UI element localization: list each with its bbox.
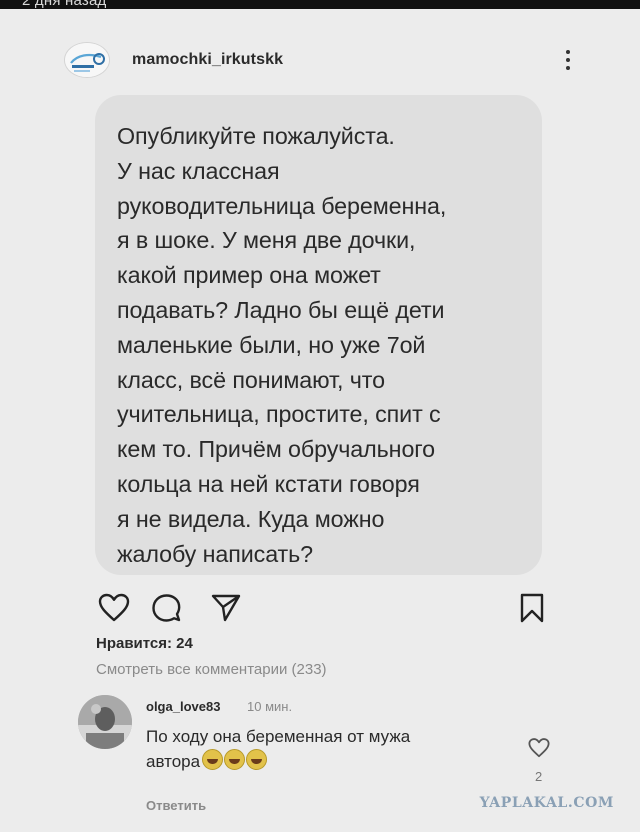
comment-avatar[interactable] [78,695,132,749]
post-age-label: 2 дня назад [22,0,107,9]
post-username[interactable]: mamochki_irkutskk [132,51,283,69]
post-actions [98,592,546,628]
message-bubble: Опубликуйте пожалуйста. У нас классная р… [95,95,542,575]
mamochki-logo-icon[interactable] [64,42,110,78]
bookmark-icon[interactable] [516,592,548,624]
post-header: mamochki_irkutskk [60,39,580,83]
laughing-emoji [224,749,246,770]
share-icon[interactable] [210,592,242,624]
comment-username[interactable]: olga_love83 [146,699,220,714]
laughing-emoji [246,749,268,770]
top-status-bar: 2 дня назад [0,0,640,9]
watermark: YAPLAKAL.COM [479,795,614,811]
post-card: mamochki_irkutskk Опубликуйте пожалуйста… [0,9,640,832]
comment-heart-icon[interactable] [528,737,550,759]
comment-time: 10 мин. [247,699,293,714]
view-all-comments-link[interactable]: Смотреть все комментарии (233) [96,661,327,678]
likes-count[interactable]: Нравится: 24 [96,635,193,652]
comment-icon[interactable] [150,592,182,624]
comment-body: По ходу она беременная от мужа автора [146,725,496,777]
heart-icon[interactable] [98,592,130,624]
comment-text: По ходу она беременная от мужа автора [146,727,411,771]
reply-link[interactable]: Ответить [146,798,206,813]
message-text: Опубликуйте пожалуйста. У нас классная р… [117,123,447,567]
comment-like-count: 2 [535,769,543,784]
laughing-emoji [202,749,224,770]
more-options-icon[interactable] [556,43,580,77]
laughing-emoji-group [202,749,268,777]
